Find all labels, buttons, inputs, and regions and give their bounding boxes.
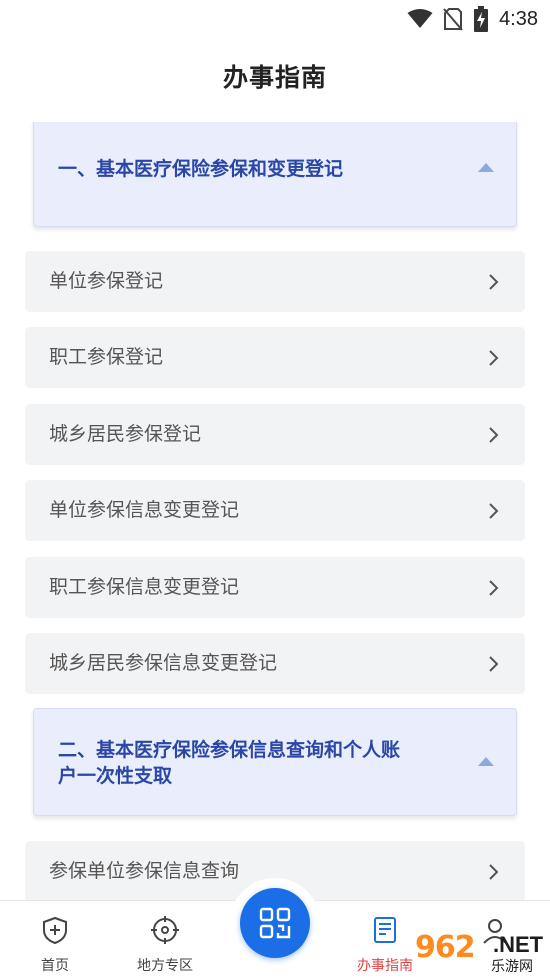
item-label: 单位参保登记 — [49, 270, 164, 292]
qr-scan-icon — [259, 907, 291, 939]
chevron-right-icon — [489, 503, 499, 519]
wifi-icon — [407, 9, 433, 28]
status-icons: 4:38 — [407, 6, 538, 32]
watermark-logo: 962 .NET 乐游网 — [415, 930, 545, 976]
list-item[interactable]: 城乡居民参保信息变更登记 — [25, 633, 525, 694]
shield-plus-icon — [43, 916, 67, 945]
status-time: 4:38 — [499, 7, 538, 30]
item-label: 职工参保信息变更登记 — [49, 576, 240, 598]
chevron-right-icon — [489, 427, 499, 443]
chevron-right-icon — [489, 656, 499, 672]
chevron-right-icon — [489, 350, 499, 366]
list-item[interactable]: 城乡居民参保登记 — [25, 404, 525, 465]
section-header-registration[interactable]: 一、基本医疗保险参保和变更登记 — [33, 122, 517, 227]
tab-label: 首页 — [41, 958, 69, 974]
watermark-net: .NET — [493, 932, 544, 957]
collapse-caret-icon[interactable] — [478, 757, 494, 766]
no-sim-icon — [443, 8, 463, 31]
tab-label: 地方专区 — [137, 958, 193, 974]
scan-button[interactable] — [240, 888, 310, 958]
document-icon — [374, 917, 396, 943]
list-item[interactable]: 单位参保信息变更登记 — [25, 480, 525, 541]
item-label: 城乡居民参保信息变更登记 — [49, 652, 278, 674]
list-item[interactable]: 单位参保登记 — [25, 251, 525, 312]
crosshair-icon — [151, 916, 179, 944]
tab-local-zone[interactable]: 地方专区 — [110, 901, 220, 979]
item-label: 职工参保登记 — [49, 346, 164, 368]
chevron-right-icon — [489, 864, 499, 880]
item-label: 城乡居民参保登记 — [49, 423, 202, 445]
section-title: 一、基本医疗保险参保和变更登记 — [58, 158, 344, 180]
page-title: 办事指南 — [222, 63, 327, 92]
chevron-right-icon — [489, 580, 499, 596]
section-header-query[interactable]: 二、基本医疗保险参保信息查询和个人账 户一次性支取 — [33, 708, 517, 816]
watermark-sub: 乐游网 — [491, 959, 533, 975]
section-title: 二、基本医疗保险参保信息查询和个人账 户一次性支取 — [58, 739, 401, 787]
collapse-caret-icon[interactable] — [478, 163, 494, 172]
chevron-right-icon — [489, 274, 499, 290]
tab-home[interactable]: 首页 — [0, 901, 110, 979]
status-bar: 4:38 — [0, 0, 550, 38]
list-item[interactable]: 职工参保登记 — [25, 327, 525, 388]
battery-charging-icon — [474, 6, 489, 32]
item-label: 单位参保信息变更登记 — [49, 499, 240, 521]
watermark-number: 962 — [415, 930, 476, 965]
item-label: 参保单位参保信息查询 — [49, 860, 240, 882]
guide-list[interactable]: 一、基本医疗保险参保和变更登记 单位参保登记 职工参保登记 城乡居民参保登记 单… — [0, 122, 550, 900]
list-item[interactable]: 职工参保信息变更登记 — [25, 557, 525, 618]
